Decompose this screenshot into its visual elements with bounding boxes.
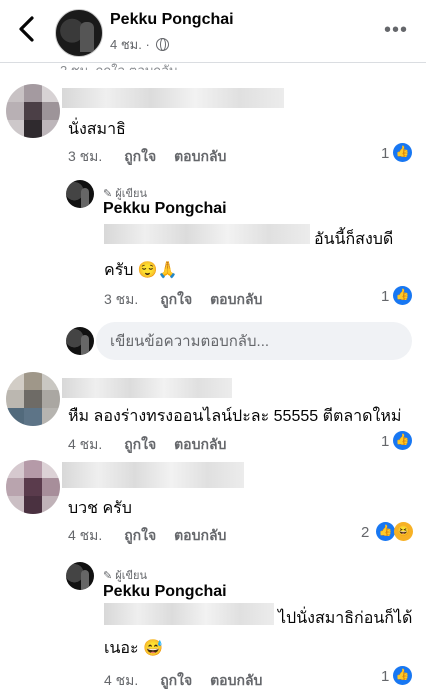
reaction-count[interactable]: 1 [381,288,389,305]
reply-text: ไปนั่งสมาธิก่อนก็ได้ [278,610,413,627]
reply-button[interactable]: ตอบกลับ [174,436,226,452]
like-button[interactable]: ถูกใจ [160,291,192,307]
like-button[interactable]: ถูกใจ [124,527,156,543]
comment-meta: 3 ชม. ถูกใจ ตอบกลับ [68,146,226,168]
comment-time: 3 ชม. [68,148,103,164]
reply-button[interactable]: ตอบกลับ [210,672,262,688]
reply-author-name[interactable]: Pekku Pongchai [103,583,227,601]
reply-text-line2: ครับ 😌🙏 [104,262,178,279]
reply-meta: 3 ชม. ถูกใจ ตอบกลับ [104,289,262,311]
reaction-count[interactable]: 2 [361,524,369,541]
reply-text-line2: เนอะ 😅 [104,640,163,657]
like-button[interactable]: ถูกใจ [124,148,156,164]
reply-meta: 4 ชม. ถูกใจ ตอบกลับ [104,670,262,692]
reaction-count[interactable]: 1 [381,668,389,685]
reply-text: อันนี้ก็สงบดี [314,231,394,248]
more-dots-icon[interactable]: ••• [384,20,408,40]
like-thumb-icon[interactable]: 👍 [376,522,395,541]
comment-text: นั่งสมาธิ [68,121,126,138]
reaction-count[interactable]: 1 [381,433,389,450]
commenter-name-redacted [62,462,244,488]
avatar[interactable] [6,372,60,426]
like-thumb-icon[interactable]: 👍 [393,666,412,685]
reply-text-redacted [104,603,274,625]
chevron-left-icon[interactable] [14,14,40,44]
haha-reaction-icon[interactable]: 😆 [394,522,413,541]
avatar[interactable] [66,180,94,208]
globe-icon [156,38,170,51]
commenter-name-redacted [62,378,232,398]
comment-meta: 4 ชม. ถูกใจ ตอบกลับ [68,434,226,456]
reply-button[interactable]: ตอบกลับ [174,527,226,543]
reply-time: 3 ชม. [104,291,139,307]
reply-text-redacted [104,224,310,244]
reply-button[interactable]: ตอบกลับ [174,148,226,164]
reply-author-name[interactable]: Pekku Pongchai [103,200,227,218]
like-thumb-icon[interactable]: 👍 [393,286,412,305]
author-badge: ✎ ผู้เขียน [103,570,147,582]
reply-input[interactable] [96,322,412,360]
post-header: Pekku Pongchai 4 ชม. · ••• [0,0,426,63]
avatar [66,327,94,355]
reply-time: 4 ชม. [104,672,139,688]
like-button[interactable]: ถูกใจ [160,672,192,688]
pencil-icon: ✎ [103,188,113,200]
post-time: 4 ชม. · [110,37,150,52]
like-thumb-icon[interactable]: 👍 [393,143,412,162]
reply-button[interactable]: ตอบกลับ [210,291,262,307]
comment-text: บวช ครับ [68,500,132,517]
post-meta: 4 ชม. · [110,34,170,55]
reaction-count[interactable]: 1 [381,145,389,162]
pencil-icon: ✎ [103,570,113,582]
commenter-name-redacted [62,88,284,108]
comment-time: 4 ชม. [68,436,103,452]
comment-time: 4 ชม. [68,527,103,543]
avatar[interactable] [6,84,60,138]
avatar[interactable] [6,460,60,514]
avatar[interactable] [55,9,103,57]
like-button[interactable]: ถูกใจ [124,436,156,452]
comment-meta: 4 ชม. ถูกใจ ตอบกลับ [68,525,226,547]
avatar[interactable] [66,562,94,590]
comment-text: หืม ลองร่างทรงออนไลน์ปะละ 55555 ตีตลาดให… [68,408,402,425]
author-name[interactable]: Pekku Pongchai [110,11,234,29]
like-thumb-icon[interactable]: 👍 [393,431,412,450]
